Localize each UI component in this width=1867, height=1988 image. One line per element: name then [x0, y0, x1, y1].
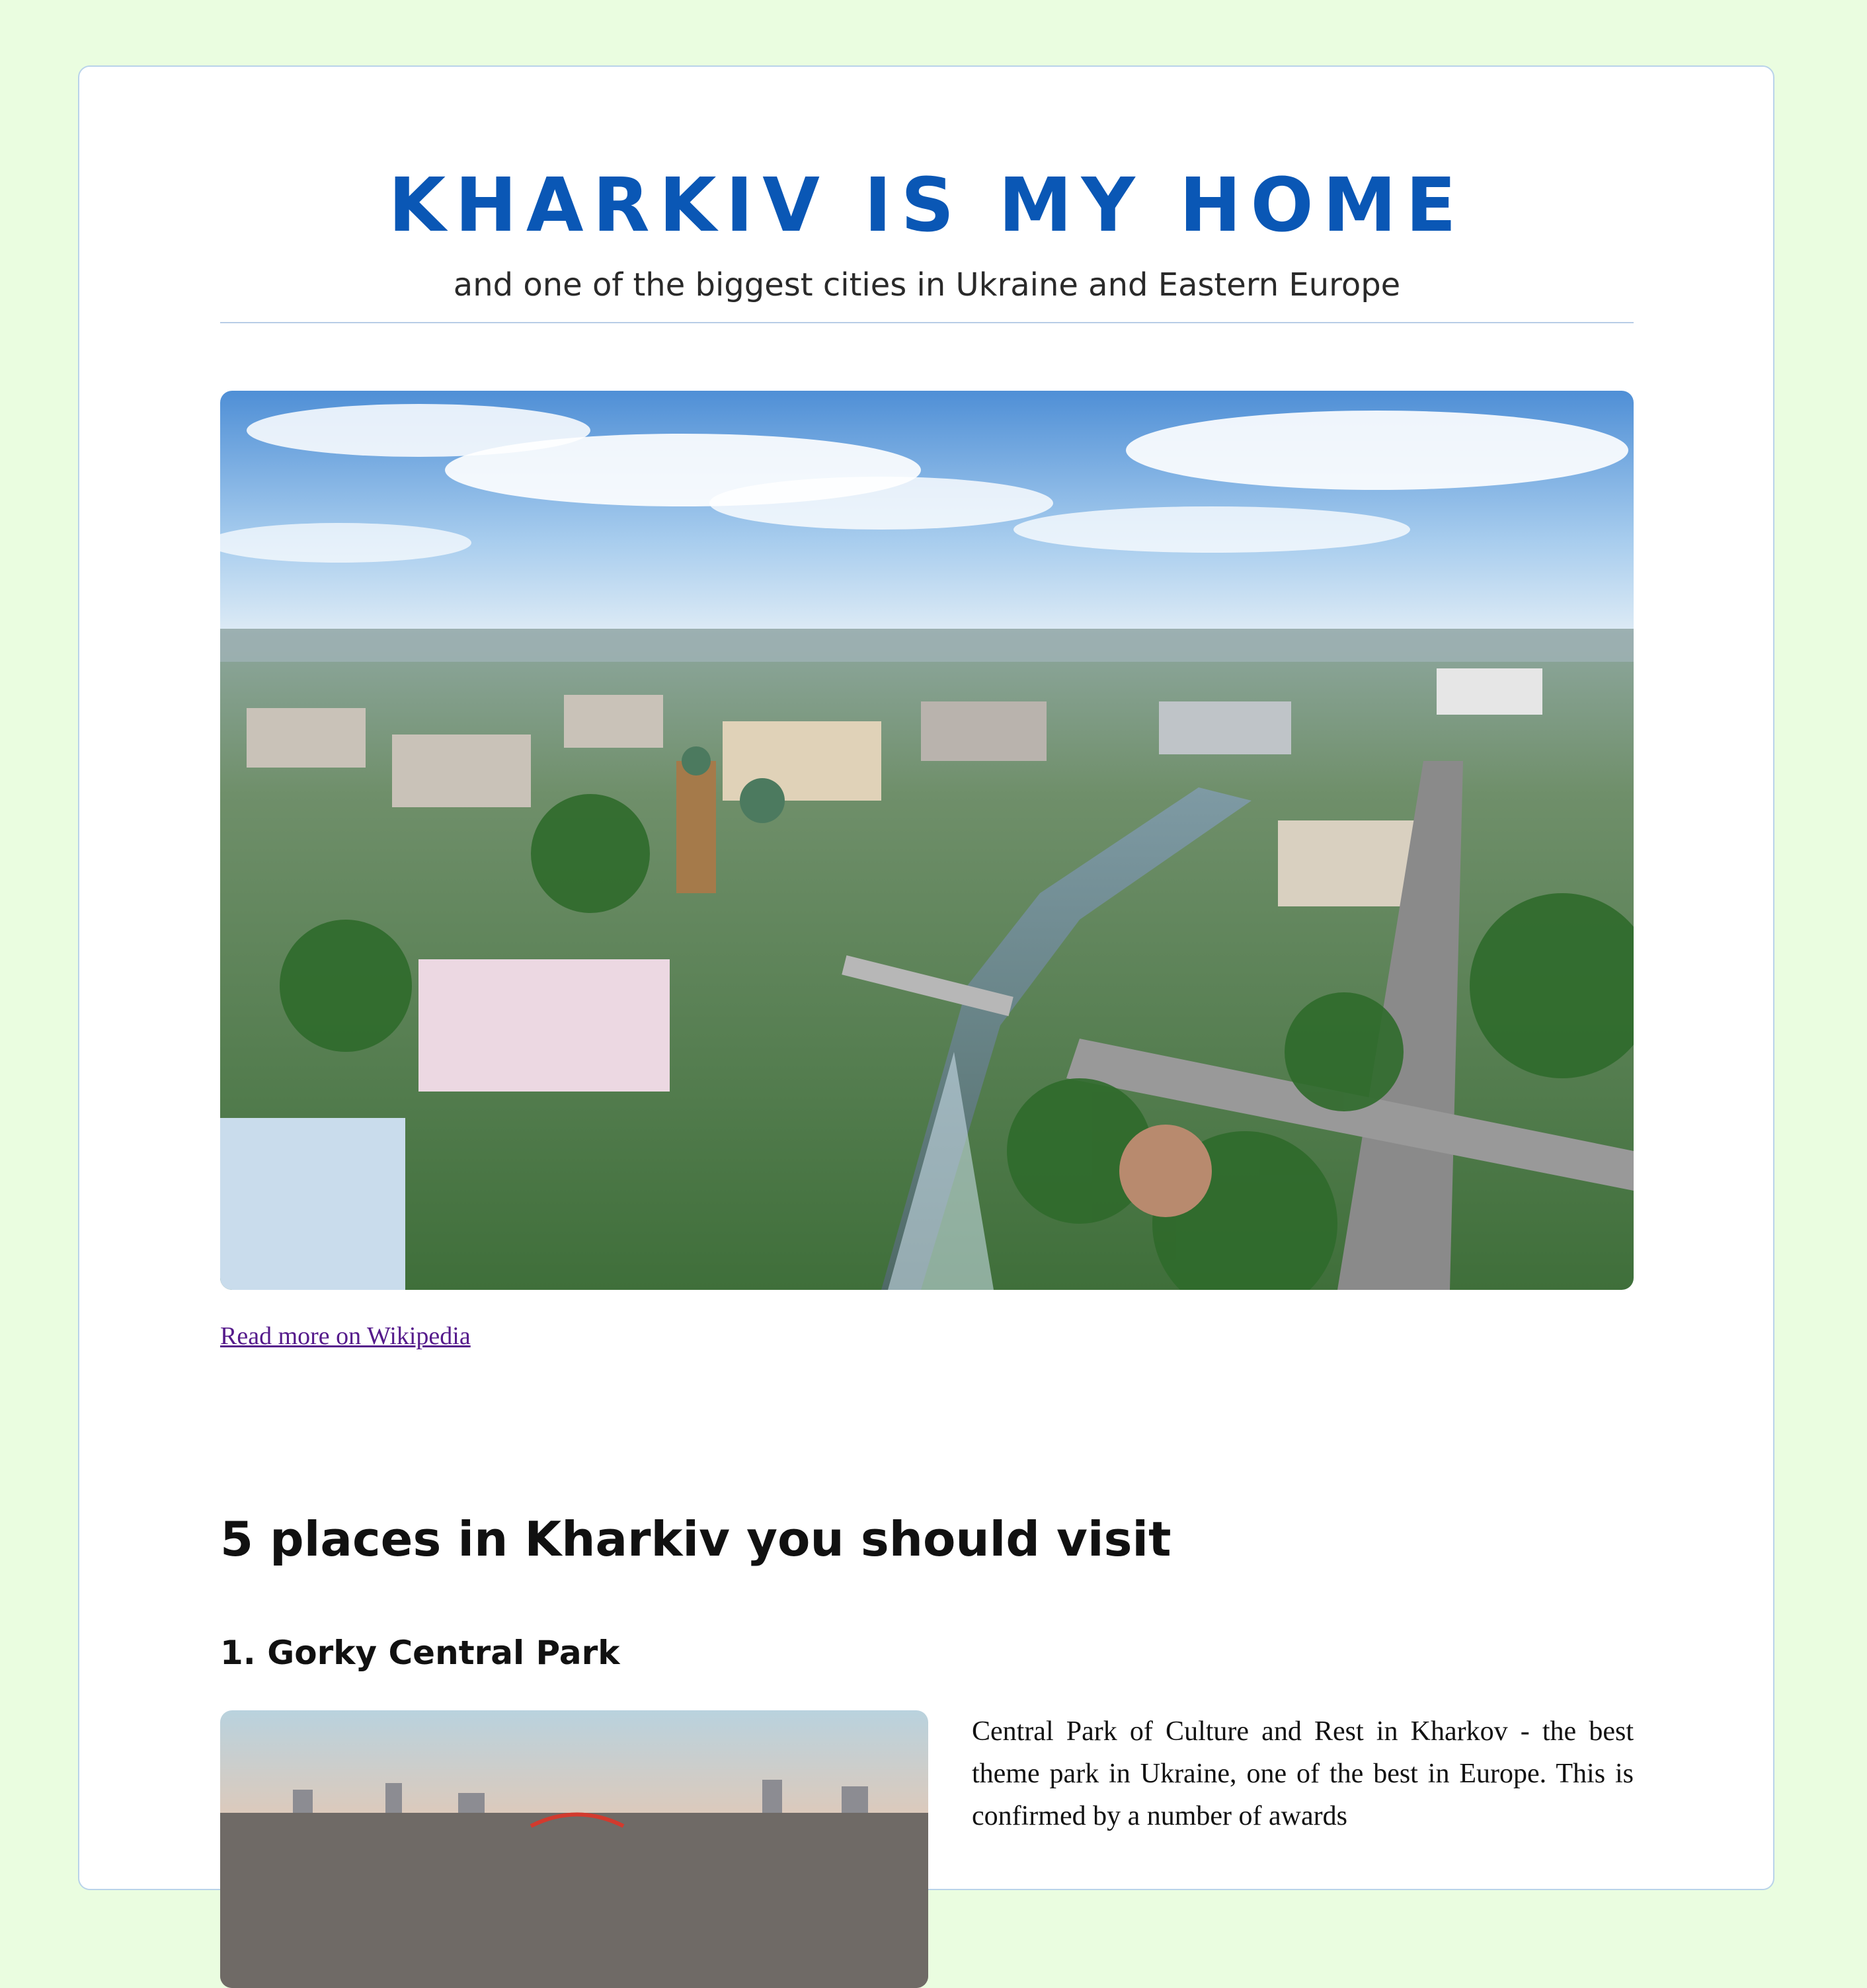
site-title: KHARKIV IS MY HOME — [388, 163, 1466, 249]
place-description: Central Park of Culture and Rest in Khar… — [972, 1716, 1634, 1831]
wikipedia-link[interactable]: Read more on Wikipedia — [220, 1322, 471, 1351]
place-title: 1. Gorky Central Park — [220, 1634, 620, 1672]
section-title: 5 places in Kharkiv you should visit — [220, 1511, 1172, 1567]
header-divider — [220, 322, 1634, 323]
hero-image — [220, 391, 1634, 1290]
main-card: KHARKIV IS MY HOME and one of the bigges… — [78, 65, 1774, 1988]
site-subtitle: and one of the biggest cities in Ukraine… — [453, 266, 1401, 303]
place-photo — [220, 1710, 928, 1988]
